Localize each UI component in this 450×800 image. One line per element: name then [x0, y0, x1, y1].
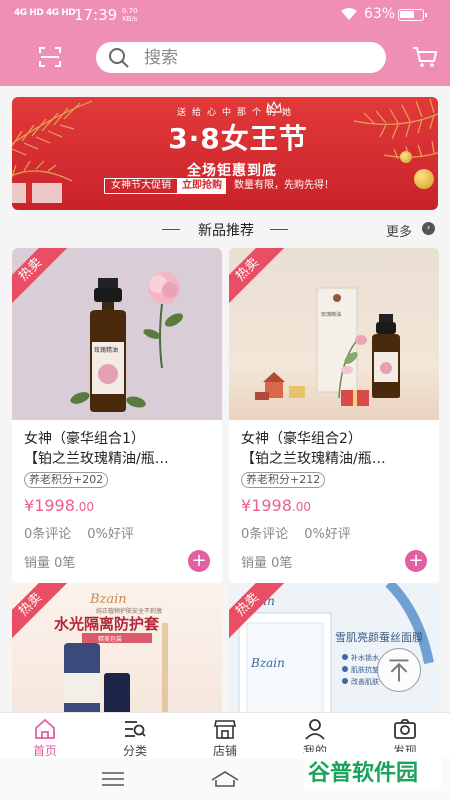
home-icon: [35, 718, 55, 739]
product-title: 雪肌亮颜蚕丝面膜: [335, 630, 423, 644]
divider: [162, 229, 180, 230]
hot-badge: 热卖: [12, 248, 72, 308]
product-subtitle: 纯正植物护肤安全不刺激: [96, 607, 162, 615]
good-rate: 0%好评: [304, 527, 351, 542]
clock: 17:39: [74, 6, 118, 24]
banner-subheadline: 全场钜惠到底: [187, 163, 277, 179]
tab-label: 首页: [32, 744, 57, 758]
divider: [270, 229, 288, 230]
app-screen: 4G HD 4G HD 17:39 0.70 KB/s 63% 搜索 送给心中那…: [0, 0, 450, 800]
product-name-line2: 【铂之兰玫瑰精油/瓶…: [241, 451, 386, 467]
status-bar: 4G HD 4G HD 17:39 0.70 KB/s 63%: [0, 0, 450, 30]
hot-badge: 热卖: [229, 248, 289, 308]
ornament-ball: [400, 151, 412, 163]
palm-leaf-decoration-right: [353, 98, 438, 160]
product-name-line1: 女神（豪华组合2）: [241, 431, 362, 447]
hot-badge: 热卖: [229, 583, 289, 643]
hot-badge-label: 热卖: [229, 583, 287, 643]
feature-2: 肌肤抗皱: [351, 665, 379, 674]
promo-left: 女神节大促销: [104, 178, 178, 194]
review-count: 0条评论: [241, 527, 289, 542]
promo-banner[interactable]: 送给心中那个的她 3·8女王节 全场钜惠到底 女神节大促销 立即抢购 数量有限，先购…: [12, 97, 438, 210]
camera-icon: [394, 719, 416, 739]
product-card[interactable]: 玫瑰精油 热卖 女神（豪华组合1） 【铂之兰玫瑰精油/瓶… 养老积分+202 ¥…: [12, 248, 222, 584]
sales-count: 销量 0笔: [241, 556, 293, 571]
hot-badge-label: 热卖: [12, 248, 70, 308]
search-icon: [109, 48, 129, 68]
product-name-line1: 女神（豪华组合1）: [24, 431, 145, 447]
product-price: ¥1998.00: [24, 496, 210, 515]
speed-value: 0.70: [122, 7, 138, 15]
price-decimal: .00: [74, 500, 94, 514]
bottle-label: 玫瑰精油: [94, 346, 118, 354]
review-stats: 0条评论 0%好评: [241, 523, 427, 542]
store-icon: [214, 720, 236, 739]
search-input[interactable]: [144, 46, 364, 69]
product-image[interactable]: 玫瑰精油 热卖: [229, 248, 439, 420]
hot-badge: 热卖: [12, 583, 72, 643]
banner-promo-row: 女神节大促销 立即抢购 数量有限，先购先得！: [104, 178, 334, 194]
tab-label: 分类: [122, 744, 147, 758]
battery-icon: [398, 9, 427, 21]
review-count: 0条评论: [24, 527, 72, 542]
points-tag: 养老积分+202: [24, 472, 109, 488]
price-symbol: ¥: [24, 496, 35, 515]
product-image[interactable]: 玫瑰精油 热卖: [12, 248, 222, 420]
review-stats: 0条评论 0%好评: [24, 523, 210, 542]
product-name-line2: 【铂之兰玫瑰精油/瓶…: [24, 451, 169, 467]
product-price: ¥1998.00: [241, 496, 427, 515]
scan-icon[interactable]: [38, 46, 62, 68]
product-card[interactable]: Bzain 纯正植物护肤安全不刺激 水光隔离防护套 精美包装 热卖: [12, 583, 222, 723]
menu-icon[interactable]: [102, 772, 124, 786]
package-ribbon: 精美包装: [98, 635, 122, 643]
good-rate: 0%好评: [87, 527, 134, 542]
price-decimal: .00: [291, 500, 311, 514]
sales-row: 销量 0笔 +: [241, 550, 427, 572]
add-to-cart-button[interactable]: +: [405, 550, 427, 572]
signal1-label: 4G HD: [14, 8, 44, 18]
watermark: 谷普软件园: [304, 752, 442, 788]
add-to-cart-button[interactable]: +: [188, 550, 210, 572]
promo-right: 数量有限，先购先得！: [234, 180, 334, 191]
search-bar[interactable]: [96, 42, 386, 73]
ornament-ball: [414, 169, 434, 189]
feature-1: 补水锁水: [351, 653, 379, 662]
battery-percent: 63%: [364, 6, 396, 22]
speed-unit: KB/s: [122, 15, 138, 23]
more-link[interactable]: 更多: [386, 221, 412, 240]
feature-3: 改善肌肤: [351, 677, 379, 686]
box-label: 玫瑰精油: [321, 311, 341, 318]
hot-badge-label: 热卖: [229, 248, 287, 308]
promo-buy-button[interactable]: 立即抢购: [178, 178, 226, 194]
tab-category[interactable]: 分类: [95, 713, 175, 759]
points-tag: 养老积分+212: [241, 472, 326, 488]
signal-indicator: 4G HD 4G HD: [14, 8, 76, 18]
network-speed: 0.70 KB/s: [122, 7, 138, 23]
wifi-icon: [341, 8, 357, 20]
user-icon: [305, 719, 325, 740]
section-title: 新品推荐: [198, 223, 254, 239]
back-to-top-icon[interactable]: [377, 648, 421, 692]
system-home-icon[interactable]: [210, 770, 240, 788]
sales-row: 销量 0笔 +: [24, 550, 210, 572]
brand-name: Bzain: [89, 592, 127, 607]
crown-icon: [266, 101, 282, 113]
tab-label: 店铺: [212, 744, 237, 758]
product-card[interactable]: 玫瑰精油 热卖 女神（豪华组合2） 【铂之兰玫瑰精油/瓶… 养老积分+212 ¥…: [229, 248, 439, 584]
watermark-text: 谷普软件园: [308, 761, 419, 786]
signal2-label: 4G HD: [45, 8, 76, 18]
section-header: 新品推荐 更多 ›: [0, 218, 450, 240]
price-symbol: ¥: [241, 496, 252, 515]
hot-badge-label: 热卖: [12, 583, 70, 643]
chevron-right-icon[interactable]: ›: [422, 222, 435, 235]
price-integer: 1998: [251, 496, 292, 515]
price-integer: 1998: [34, 496, 75, 515]
mask-brand: Bzain: [250, 656, 285, 670]
cart-icon[interactable]: [412, 46, 438, 68]
tab-store[interactable]: 店铺: [185, 713, 265, 759]
tab-home[interactable]: 首页: [5, 713, 85, 759]
sales-count: 销量 0笔: [24, 556, 76, 571]
category-icon: [125, 721, 146, 737]
banner-headline: 3·8女王节: [168, 122, 308, 155]
